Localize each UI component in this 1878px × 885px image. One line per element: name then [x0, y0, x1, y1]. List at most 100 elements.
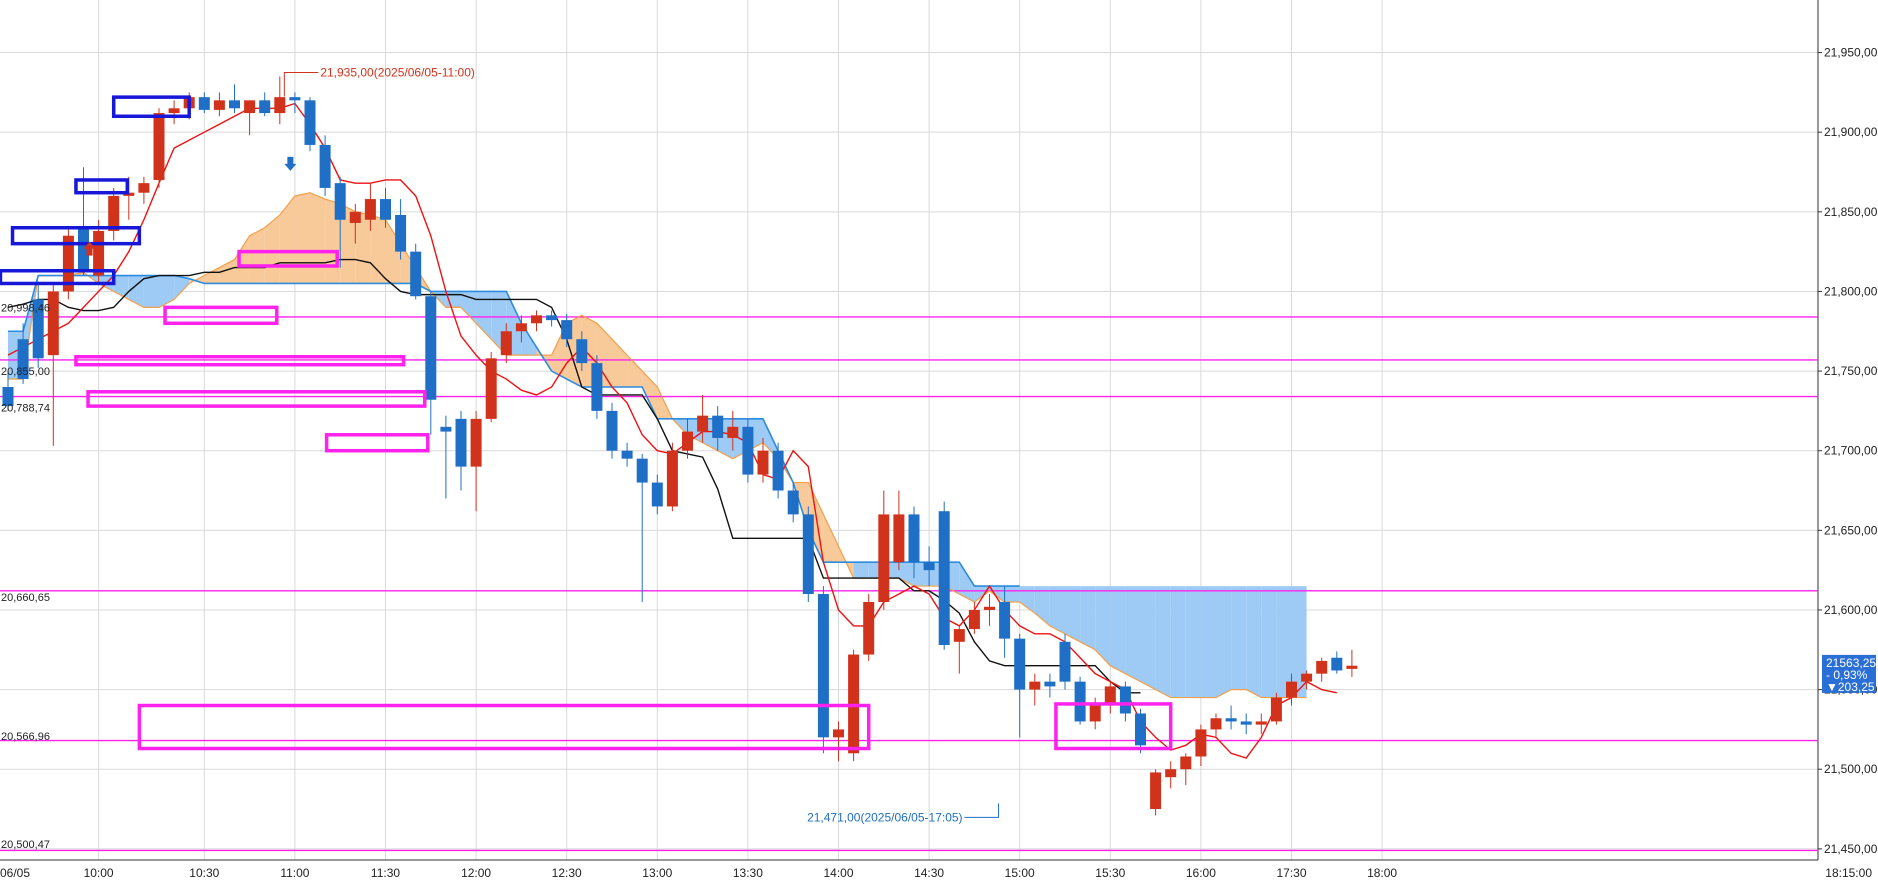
- candle-body: [651, 482, 663, 507]
- magenta-zone-box: [137, 703, 871, 751]
- candle-body: [349, 211, 361, 223]
- candle-body: [455, 418, 467, 467]
- cloud-segment: [310, 192, 326, 284]
- candle-body: [1270, 697, 1282, 722]
- price-tick-label: 21,700,00: [1824, 444, 1878, 458]
- candle-body: [591, 363, 603, 411]
- candle-body: [561, 320, 573, 340]
- magenta-zone-box: [324, 433, 430, 453]
- candle-body: [1255, 721, 1267, 725]
- candle-body: [1225, 718, 1237, 722]
- grid-lines: [0, 0, 1819, 861]
- magenta-zone-box: [163, 305, 279, 326]
- candle-body: [364, 199, 376, 220]
- price-tick-label: 21,750,00: [1824, 364, 1878, 378]
- candle-body: [93, 230, 105, 276]
- blue-zone-box: [111, 95, 191, 119]
- level-value-label: 20,566,96: [1, 731, 50, 743]
- candle-body: [395, 215, 407, 252]
- candle-body: [319, 144, 331, 188]
- high-leader-line: [283, 71, 319, 97]
- time-tick-label: 14:30: [914, 866, 944, 880]
- time-tick-label: 10:00: [84, 866, 114, 880]
- candle-body: [953, 629, 965, 642]
- cloud-segment: [1155, 586, 1171, 698]
- candle-body: [1286, 681, 1297, 698]
- cloud-segment: [143, 275, 159, 308]
- time-tick-label: 16:00: [1186, 866, 1216, 880]
- candle-body: [531, 315, 542, 324]
- price-tick-label: 21,650,00: [1824, 523, 1878, 537]
- candle-body: [712, 415, 724, 438]
- cloud-segment: [279, 195, 295, 284]
- candle-body: [1059, 641, 1071, 682]
- cloud-segment: [1261, 586, 1277, 698]
- highlight-boxes: [0, 95, 1173, 751]
- candle-body: [470, 418, 482, 467]
- cloud-segment: [1216, 586, 1232, 698]
- price-tick-label: 21,450,00: [1824, 842, 1878, 856]
- cloud-segment: [294, 192, 310, 284]
- price-tick-label: 21,850,00: [1824, 205, 1878, 219]
- candle-body: [289, 97, 301, 101]
- time-tick-label: 14:00: [823, 866, 853, 880]
- annotations: 20,998,46 20,855,00 20,788,74 20,660,65 20,5…: [1, 65, 1876, 851]
- cloud-segment: [1140, 586, 1156, 690]
- candle-body: [153, 113, 165, 180]
- low-leader-line: [964, 803, 1000, 818]
- candle-body: [802, 514, 814, 595]
- candle-body: [1331, 657, 1343, 671]
- cloud-segment: [1019, 586, 1035, 614]
- last-price-change-abs: ▼203,25: [1826, 680, 1875, 694]
- price-tick-label: 21,600,00: [1824, 603, 1878, 617]
- candle-body: [229, 100, 240, 109]
- ichimoku-candlestick-chart[interactable]: 21,450,0021,500,0021,550,0021,600,0021,6…: [0, 0, 1878, 885]
- price-tick-label: 21,800,00: [1824, 284, 1878, 298]
- candle-body: [1044, 681, 1056, 687]
- price-tick-label: 21,500,00: [1824, 762, 1878, 776]
- candle-body: [682, 431, 693, 451]
- cloud-segment: [1246, 586, 1262, 698]
- time-tick-label: 15:30: [1095, 866, 1125, 880]
- candle-body: [168, 108, 180, 114]
- candle-body: [1029, 681, 1041, 690]
- time-tick-label: 10:30: [189, 866, 219, 880]
- candle-body: [1180, 756, 1192, 770]
- level-value-label: 20,660,65: [1, 592, 50, 604]
- candle-body: [440, 426, 452, 432]
- cloud-segment: [1110, 586, 1126, 674]
- candle-body: [908, 514, 920, 563]
- candle-body: [1135, 713, 1146, 746]
- candle-body: [334, 183, 346, 220]
- candle-body: [380, 199, 391, 220]
- cloud-segment: [853, 562, 869, 579]
- time-tick-label: 06/05: [0, 866, 30, 880]
- time-tick-label: 17:30: [1276, 866, 1306, 880]
- candle-body: [1346, 665, 1358, 669]
- candle-body: [244, 100, 256, 114]
- magenta-zone-box: [86, 390, 427, 408]
- cloud-segment: [234, 235, 250, 284]
- candle-body: [546, 315, 558, 321]
- candle-body: [1014, 638, 1026, 690]
- cloud-segment: [1004, 586, 1020, 602]
- candle-body: [47, 291, 59, 356]
- price-axis: 21,450,0021,500,0021,550,0021,600,0021,6…: [1818, 46, 1878, 856]
- candle-body: [727, 426, 739, 438]
- candle-body: [757, 450, 769, 475]
- time-tick-label: 18:15:00: [1825, 866, 1872, 880]
- low-price-annotation: 21,471,00(2025/06/05-17:05): [807, 810, 962, 824]
- candle-body: [304, 100, 316, 145]
- cloud-segment: [823, 514, 839, 563]
- candle-body: [1195, 729, 1207, 757]
- candle-body: [1301, 673, 1313, 682]
- candle-body: [1074, 681, 1086, 722]
- candle-body: [485, 358, 497, 419]
- candle-body: [817, 594, 829, 738]
- candle-body: [1119, 686, 1131, 714]
- time-tick-label: 18:00: [1367, 866, 1397, 880]
- time-axis: 06/05 10:00 10:30 11:00 11:30 12:00 12:30 13:00…: [0, 866, 1872, 880]
- candle-body: [621, 450, 633, 459]
- cloud-segment: [1080, 586, 1096, 650]
- cloud-segment: [1095, 586, 1111, 666]
